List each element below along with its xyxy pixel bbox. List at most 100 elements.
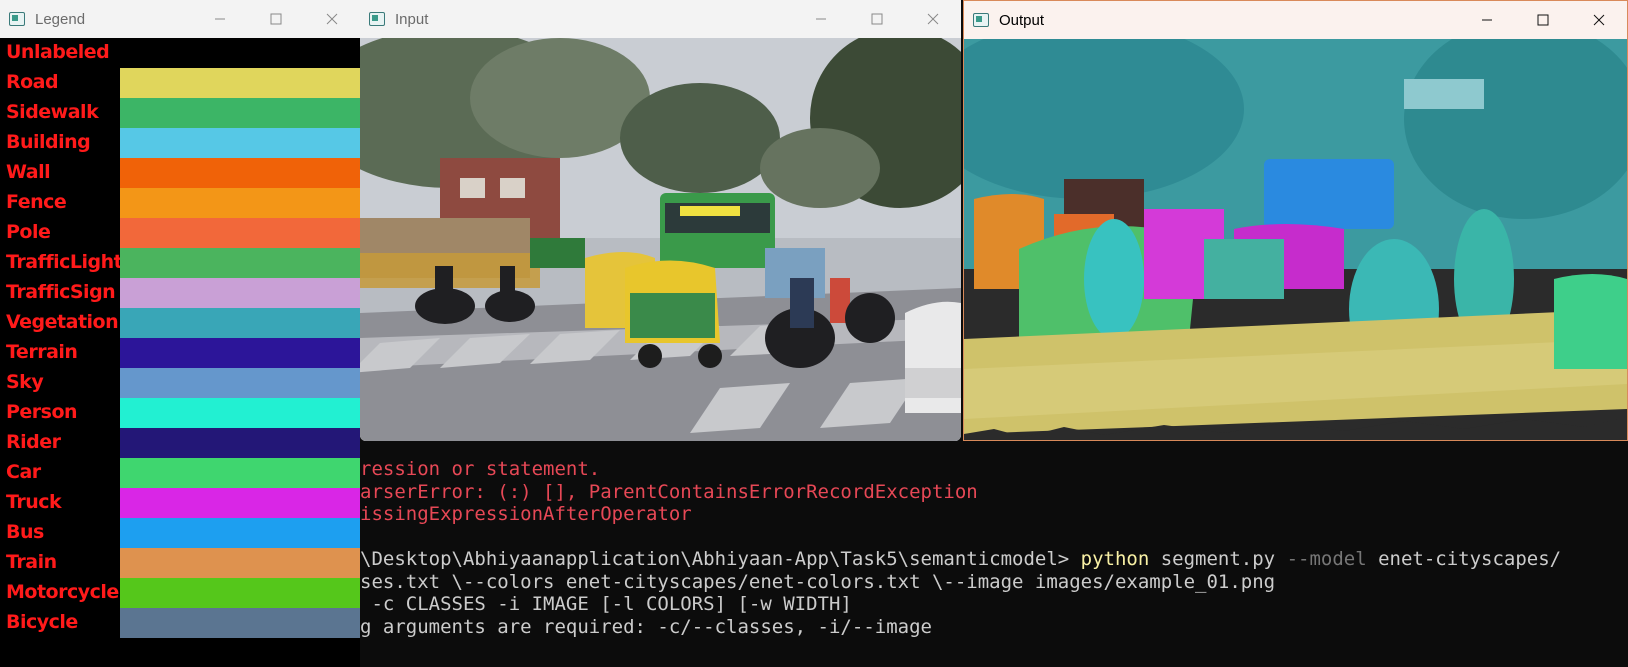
legend-row: Sidewalk [0, 98, 360, 128]
legend-row: Bicycle [0, 608, 360, 638]
legend-class-label: Road [6, 71, 59, 93]
legend-class-label: Sidewalk [6, 101, 99, 123]
legend-color-swatch [120, 278, 360, 308]
minimize-icon[interactable] [192, 0, 248, 38]
legend-color-swatch [120, 428, 360, 458]
terminal-line: ression or statement. [360, 458, 601, 480]
close-icon[interactable] [905, 0, 961, 38]
legend-color-swatch [120, 188, 360, 218]
terminal-flag: --model [1286, 548, 1367, 570]
close-icon[interactable] [304, 0, 360, 38]
legend-color-swatch [120, 128, 360, 158]
maximize-icon[interactable] [1515, 1, 1571, 39]
legend-class-label: TrafficLight [6, 251, 123, 273]
legend-titlebar[interactable]: Legend [0, 0, 360, 38]
minimize-icon[interactable] [793, 0, 849, 38]
close-icon[interactable] [1571, 1, 1627, 39]
legend-row: Road [0, 68, 360, 98]
window-title: Legend [35, 10, 86, 28]
terminal-line: ses.txt \--colors enet-cityscapes/enet-c… [360, 570, 1276, 593]
legend-window[interactable]: Legend Unlabeled Road Sidewalk Building Wall… [0, 0, 360, 667]
output-titlebar[interactable]: Output [964, 1, 1627, 39]
legend-class-label: Unlabeled [6, 41, 110, 63]
legend-canvas: Unlabeled Road Sidewalk Building Wall Fence Po… [0, 38, 360, 667]
legend-row: Terrain [0, 338, 360, 368]
legend-color-swatch [120, 578, 360, 608]
input-titlebar[interactable]: Input [360, 0, 961, 38]
legend-row: Pole [0, 218, 360, 248]
legend-row: Person [0, 398, 360, 428]
window-title: Output [999, 11, 1045, 29]
segmentation-output-image [964, 39, 1627, 440]
legend-color-swatch [120, 68, 360, 98]
legend-row: Sky [0, 368, 360, 398]
legend-row: Train [0, 548, 360, 578]
output-window[interactable]: Output [963, 0, 1628, 441]
legend-class-label: Rider [6, 431, 61, 453]
legend-color-swatch [120, 608, 360, 638]
terminal-line: arserError: (:) [], ParentContainsErrorR… [360, 480, 978, 503]
legend-class-label: Sky [6, 371, 44, 393]
legend-color-swatch [120, 488, 360, 518]
terminal-line: -c CLASSES -i IMAGE [-l COLORS] [-w WIDT… [360, 593, 852, 615]
legend-class-label: Terrain [6, 341, 78, 363]
legend-row: Truck [0, 488, 360, 518]
legend-class-label: Bus [6, 521, 44, 543]
terminal-script: segment.py [1149, 548, 1287, 570]
street-scene-image [360, 38, 961, 441]
legend-row: Car [0, 458, 360, 488]
maximize-icon[interactable] [248, 0, 304, 38]
terminal-line: g arguments are required: -c/--classes, … [360, 615, 932, 638]
legend-color-swatch [120, 398, 360, 428]
legend-row: Unlabeled [0, 38, 360, 68]
legend-class-label: Motorcycle [6, 581, 119, 603]
legend-class-label: Fence [6, 191, 67, 213]
legend-row: Building [0, 128, 360, 158]
legend-color-swatch [120, 458, 360, 488]
app-icon [369, 11, 387, 27]
legend-class-label: Pole [6, 221, 51, 243]
legend-row: Wall [0, 158, 360, 188]
legend-class-label: TrafficSign [6, 281, 116, 303]
app-icon [9, 11, 27, 27]
app-icon [973, 12, 991, 28]
segmentation-mask [964, 39, 1627, 440]
minimize-icon[interactable] [1459, 1, 1515, 39]
legend-class-label: Car [6, 461, 41, 483]
legend-color-swatch [120, 158, 360, 188]
input-window[interactable]: Input [360, 0, 961, 441]
legend-class-label: Building [6, 131, 91, 153]
legend-class-label: Truck [6, 491, 62, 513]
legend-color-swatch [120, 38, 360, 68]
legend-class-label: Vegetation [6, 311, 119, 333]
legend-row: Fence [0, 188, 360, 218]
legend-color-swatch [120, 338, 360, 368]
legend-color-swatch [120, 98, 360, 128]
legend-row: TrafficSign [0, 278, 360, 308]
input-street-photo [360, 38, 961, 441]
legend-color-swatch [120, 548, 360, 578]
legend-color-swatch [120, 218, 360, 248]
legend-color-swatch [120, 308, 360, 338]
terminal-args: enet-cityscapes/ [1366, 548, 1562, 570]
legend-color-swatch [120, 248, 360, 278]
terminal-prompt-path: \Desktop\Abhiyaanapplication\Abhiyaan-Ap… [360, 548, 1081, 570]
terminal-command: python [1080, 548, 1150, 570]
legend-row: Vegetation [0, 308, 360, 338]
legend-row: Bus [0, 518, 360, 548]
legend-class-label: Person [6, 401, 78, 423]
legend-row: TrafficLight [0, 248, 360, 278]
legend-class-label: Wall [6, 161, 51, 183]
legend-class-label: Bicycle [6, 611, 78, 633]
legend-row: Rider [0, 428, 360, 458]
legend-color-swatch [120, 368, 360, 398]
terminal-command-line: \Desktop\Abhiyaanapplication\Abhiyaan-Ap… [360, 548, 1628, 571]
terminal-output[interactable]: ression or statement. arserError: (:) []… [360, 458, 1628, 667]
terminal-line: issingExpressionAfterOperator [360, 503, 692, 525]
legend-class-label: Train [6, 551, 57, 573]
legend-color-swatch [120, 518, 360, 548]
maximize-icon[interactable] [849, 0, 905, 38]
legend-row: Motorcycle [0, 578, 360, 608]
window-title: Input [395, 10, 429, 28]
